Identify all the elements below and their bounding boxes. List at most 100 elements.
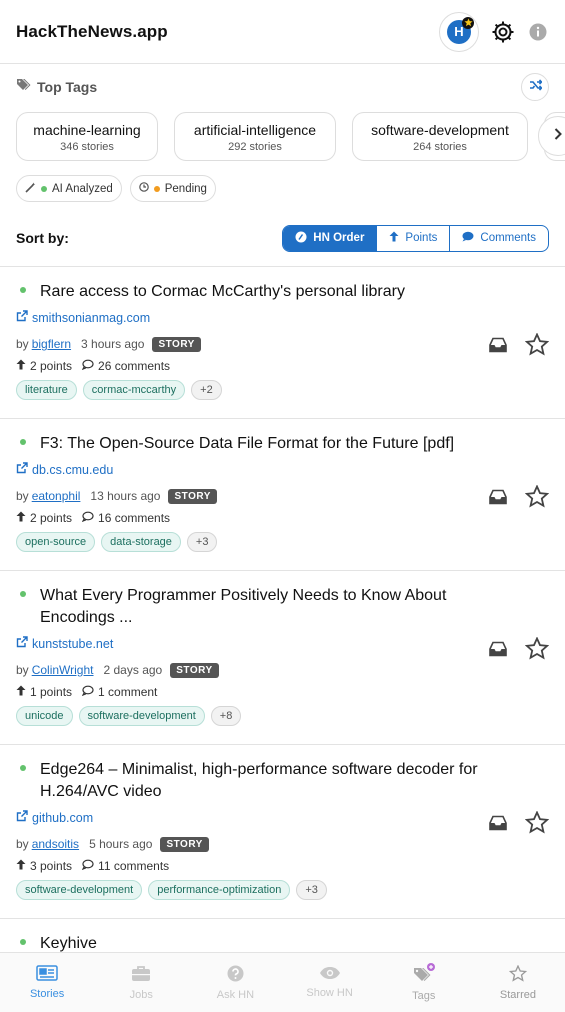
star-badge-icon: [462, 16, 474, 29]
story-title[interactable]: F3: The Open-Source Data File Format for…: [40, 433, 510, 455]
story-item[interactable]: What Every Programmer Positively Needs t…: [0, 571, 565, 745]
inbox-icon[interactable]: [489, 815, 507, 836]
by-label: by: [16, 337, 29, 351]
top-tags-section: Top Tags machine-learning 346 stories ar…: [0, 64, 565, 202]
comment-icon: [81, 685, 94, 699]
story-author[interactable]: bigflern: [32, 337, 71, 351]
user-avatar-button[interactable]: H: [439, 11, 479, 52]
top-tags-label: Top Tags: [37, 79, 98, 95]
external-link-icon: [16, 309, 28, 327]
tag-card-count: 292 stories: [228, 141, 282, 153]
story-title[interactable]: Edge264 – Minimalist, high-performance s…: [40, 759, 510, 803]
pending-filter[interactable]: Pending: [129, 175, 216, 202]
newspaper-icon: [36, 965, 58, 984]
story-tag[interactable]: software-development: [16, 880, 143, 900]
story-domain[interactable]: db.cs.cmu.edu: [32, 463, 113, 477]
sort-points-button[interactable]: Points: [376, 225, 449, 251]
story-author[interactable]: andsoitis: [32, 837, 79, 851]
nav-starred[interactable]: Starred: [471, 953, 565, 1012]
story-comments[interactable]: 11 comments: [98, 859, 169, 873]
magic-wand-icon: [25, 182, 36, 196]
tag-card[interactable]: artificial-intelligence 292 stories: [174, 112, 336, 161]
nav-ask-hn[interactable]: Ask HN: [188, 953, 282, 1012]
story-tag[interactable]: software-development: [78, 706, 205, 726]
tag-card-name: artificial-intelligence: [193, 122, 317, 138]
ai-analyzed-dot: [20, 439, 26, 445]
story-comments[interactable]: 1 comment: [98, 685, 157, 699]
more-tags-chip[interactable]: +3: [296, 880, 327, 900]
story-tag[interactable]: data-storage: [101, 532, 181, 552]
ai-analyzed-dot: [20, 765, 26, 771]
story-type-badge: STORY: [152, 336, 201, 352]
story-title[interactable]: Rare access to Cormac McCarthy's persona…: [40, 281, 510, 303]
inbox-icon[interactable]: [489, 641, 507, 662]
nav-stories[interactable]: Stories: [0, 953, 94, 1012]
inbox-icon[interactable]: [489, 489, 507, 510]
sort-hn-order-button[interactable]: HN Order: [283, 225, 377, 251]
more-tags-chip[interactable]: +2: [191, 380, 222, 400]
sort-label: Sort by:: [16, 230, 69, 246]
tag-card-name: machine-learning: [33, 122, 141, 138]
info-icon[interactable]: [527, 21, 549, 43]
nav-show-hn[interactable]: Show HN: [283, 953, 377, 1012]
story-time: 13 hours ago: [90, 489, 161, 503]
story-type-badge: STORY: [170, 662, 219, 678]
story-tag[interactable]: open-source: [16, 532, 96, 552]
more-tags-chip[interactable]: +8: [210, 706, 242, 726]
bottom-navigation: Stories Jobs Ask HN Show HN Tags Starred: [0, 952, 565, 1012]
story-domain[interactable]: smithsonianmag.com: [32, 311, 150, 325]
star-icon[interactable]: [524, 332, 550, 361]
story-tag[interactable]: unicode: [16, 706, 73, 726]
tag-card-count: 346 stories: [60, 141, 114, 153]
sort-comments-button[interactable]: Comments: [449, 225, 548, 251]
story-author[interactable]: eatonphil: [32, 489, 81, 503]
tag-card[interactable]: software-development 264 stories: [352, 112, 528, 161]
story-comments[interactable]: 26 comments: [98, 359, 170, 373]
story-tag[interactable]: literature: [16, 380, 77, 400]
tag-card[interactable]: machine-learning 346 stories: [16, 112, 158, 161]
ai-analyzed-filter[interactable]: AI Analyzed: [16, 175, 122, 202]
story-comments[interactable]: 16 comments: [98, 511, 170, 525]
tag-card-name: software-development: [371, 122, 509, 138]
ai-analyzed-dot: [20, 591, 26, 597]
inbox-icon[interactable]: [489, 337, 507, 358]
shuffle-button[interactable]: [521, 73, 549, 101]
story-author[interactable]: ColinWright: [32, 663, 94, 677]
story-points: 1 points: [30, 685, 73, 699]
by-label: by: [16, 489, 29, 503]
comment-icon: [81, 359, 94, 373]
gear-icon[interactable]: [487, 16, 519, 48]
nav-label: Jobs: [129, 988, 153, 1001]
nav-label: Ask HN: [216, 988, 255, 1001]
more-tags-chip[interactable]: +3: [186, 532, 218, 552]
sort-option-label: Comments: [480, 232, 536, 244]
arrow-up-icon: [16, 359, 26, 373]
shuffle-icon: [529, 78, 543, 96]
nav-tags[interactable]: Tags: [377, 953, 471, 1012]
external-link-icon: [16, 461, 28, 479]
nav-jobs[interactable]: Jobs: [94, 953, 188, 1012]
story-item[interactable]: Edge264 – Minimalist, high-performance s…: [0, 745, 565, 919]
story-tag[interactable]: performance-optimization: [148, 880, 291, 900]
tag-card-count: 264 stories: [413, 141, 467, 153]
pending-label: Pending: [164, 182, 207, 195]
external-link-icon: [16, 635, 28, 653]
story-domain[interactable]: kunststube.net: [32, 637, 113, 651]
tags-icon: [412, 963, 436, 986]
story-item[interactable]: F3: The Open-Source Data File Format for…: [0, 419, 565, 571]
scroll-right-button[interactable]: [538, 116, 565, 156]
app-title: HackTheNews.app: [16, 21, 168, 41]
star-icon[interactable]: [524, 636, 550, 665]
by-label: by: [16, 663, 29, 677]
tags-icon: [16, 78, 31, 96]
ai-analyzed-dot: [20, 939, 26, 945]
story-tag[interactable]: cormac-mccarthy: [82, 380, 186, 400]
star-icon[interactable]: [524, 484, 550, 513]
story-item[interactable]: Rare access to Cormac McCarthy's persona…: [0, 267, 565, 419]
comment-icon: [81, 859, 94, 873]
star-icon[interactable]: [524, 810, 550, 839]
sort-option-label: HN Order: [313, 232, 365, 244]
story-domain[interactable]: github.com: [32, 811, 93, 825]
story-title[interactable]: What Every Programmer Positively Needs t…: [40, 585, 510, 629]
story-time: 3 hours ago: [81, 337, 145, 351]
